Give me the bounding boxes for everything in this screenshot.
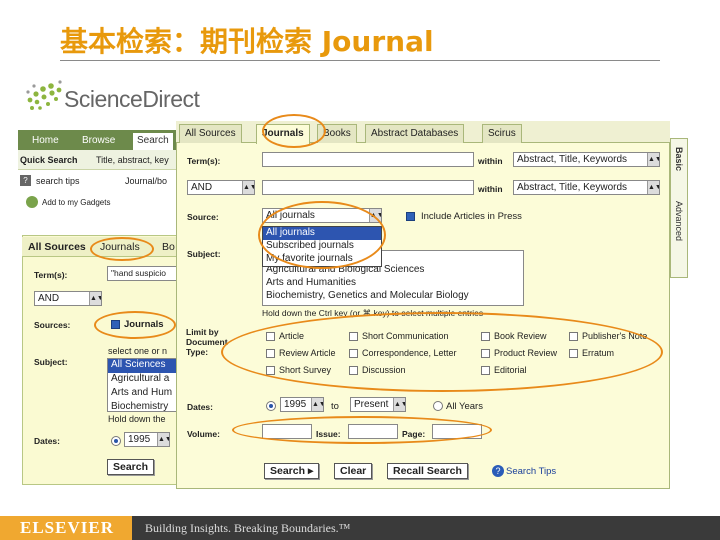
slide-title: 基本检索：期刊检索 Journal: [60, 25, 434, 58]
within-select-1[interactable]: Abstract, Title, Keywords ▲▼: [513, 152, 660, 167]
back-connector-select[interactable]: AND ▲▼: [34, 291, 102, 306]
back-subject-list[interactable]: All Sciences Agricultural a Arts and Hum…: [107, 358, 180, 412]
back-tab-browse[interactable]: Browse: [78, 133, 119, 150]
date-to-select[interactable]: Present ▲▼: [350, 397, 406, 412]
highlight-back-journals-checkbox: [94, 311, 176, 339]
add-gadgets-link[interactable]: Add to my Gadgets: [42, 198, 110, 207]
chevron-down-icon: ▲▼: [647, 181, 659, 194]
back-quick-search-row: Quick Search Title, abstract, key: [18, 150, 180, 170]
back-subject-label: Subject:: [34, 357, 68, 367]
gadgets-icon: [26, 196, 38, 208]
date-range-radio[interactable]: [266, 401, 276, 411]
side-tab-advanced[interactable]: Advanced: [674, 201, 684, 241]
back-hold-hint: Hold down the: [108, 414, 166, 424]
list-item[interactable]: Biochemistry, Genetics and Molecular Bio…: [263, 290, 523, 303]
chevron-down-icon: ▲▼: [242, 181, 254, 194]
clear-button[interactable]: Clear: [334, 463, 373, 479]
quick-search-hint: Title, abstract, key: [96, 155, 169, 165]
back-tab-search[interactable]: Search: [133, 133, 173, 150]
subject-label: Subject:: [187, 249, 221, 259]
search-tips-link[interactable]: Search Tips: [506, 466, 556, 477]
sciencedirect-logo-text: ScienceDirect: [64, 86, 200, 112]
title-divider: [60, 60, 660, 61]
journal-book-label: Journal/bo: [125, 176, 168, 186]
highlight-back-journals-tab: [90, 237, 154, 261]
footer-tagline: Building Insights. Breaking Boundaries.™: [145, 521, 351, 535]
basic-advanced-side-tab[interactable]: Basic Advanced: [670, 138, 688, 278]
within-value-1: Abstract, Title, Keywords: [517, 154, 628, 165]
source-tabs: All Sources Journals Books Abstract Data…: [176, 121, 670, 144]
search-button[interactable]: Search ▸: [264, 463, 320, 479]
back-tips-row: ? search tips Journal/bo: [18, 172, 180, 188]
tab-abstract-databases[interactable]: Abstract Databases: [365, 124, 465, 143]
connector-select[interactable]: AND ▲▼: [187, 180, 255, 195]
within-label-2: within: [478, 184, 503, 194]
help-icon: ?: [492, 465, 504, 477]
chevron-down-icon: ▲▼: [157, 433, 169, 446]
back-tab-all-sources[interactable]: All Sources: [28, 241, 86, 253]
list-item[interactable]: Arts and Hum: [108, 387, 179, 401]
source-label: Source:: [187, 212, 219, 222]
volume-label: Volume:: [187, 429, 220, 439]
connector-value: AND: [191, 182, 213, 193]
back-nav-tabs: Home Browse Search: [18, 130, 180, 150]
chevron-down-icon: ▲▼: [647, 153, 659, 166]
chevron-down-icon: ▲▼: [393, 398, 405, 411]
back-dates-label: Dates:: [34, 436, 60, 446]
search-tips-link[interactable]: search tips: [36, 176, 80, 186]
within-label-1: within: [478, 156, 503, 166]
back-year-select[interactable]: 1995 ▲▼: [124, 432, 170, 447]
back-tab-books[interactable]: Bo: [162, 241, 175, 253]
elsevier-logo: ELSEVIER: [0, 516, 132, 540]
date-to-value: Present: [354, 399, 389, 410]
tab-all-sources[interactable]: All Sources: [179, 124, 242, 143]
back-select-hint: select one or n: [108, 346, 168, 356]
back-sources-label: Sources:: [34, 320, 71, 330]
date-from-select[interactable]: 1995 ▲▼: [280, 397, 324, 412]
back-date-range-radio[interactable]: [111, 436, 121, 446]
back-terms-input[interactable]: "hand suspicio: [107, 266, 180, 281]
within-value-2: Abstract, Title, Keywords: [517, 182, 628, 193]
term-label: Term(s):: [187, 156, 221, 166]
all-years-radio[interactable]: [433, 401, 443, 411]
list-item[interactable]: Arts and Humanities: [263, 277, 523, 290]
back-connector-value: AND: [38, 293, 60, 304]
back-terms-label: Term(s):: [34, 270, 68, 280]
date-from-value: 1995: [284, 399, 307, 410]
list-item[interactable]: Biochemistry: [108, 401, 179, 411]
recall-search-button[interactable]: Recall Search: [387, 463, 468, 479]
highlight-source-dropdown: [258, 201, 386, 269]
include-press-checkbox[interactable]: [406, 212, 415, 221]
chevron-down-icon: ▲▼: [89, 292, 101, 305]
include-press-label: Include Articles in Press: [421, 211, 522, 222]
list-item[interactable]: Agricultural a: [108, 373, 179, 387]
term-input-1[interactable]: [262, 152, 474, 167]
back-search-button[interactable]: Search: [107, 459, 155, 475]
list-item[interactable]: All Sciences: [108, 359, 179, 373]
all-years-label: All Years: [446, 401, 483, 412]
chevron-down-icon: ▲▼: [311, 398, 323, 411]
highlight-volume-issue-page: [232, 416, 492, 444]
sciencedirect-logo-icon: [26, 80, 62, 110]
back-year-value: 1995: [128, 434, 151, 445]
within-select-2[interactable]: Abstract, Title, Keywords ▲▼: [513, 180, 660, 195]
highlight-document-types: [221, 312, 663, 392]
side-tab-basic[interactable]: Basic: [674, 147, 684, 171]
back-tab-home[interactable]: Home: [28, 133, 63, 150]
highlight-journals-tab: [262, 114, 326, 148]
quick-search-label: Quick Search: [20, 155, 78, 165]
help-icon: ?: [20, 175, 31, 186]
to-label: to: [331, 401, 339, 412]
term-input-2[interactable]: [262, 180, 474, 195]
tab-scirus[interactable]: Scirus: [482, 124, 522, 143]
dates-label: Dates:: [187, 402, 213, 412]
